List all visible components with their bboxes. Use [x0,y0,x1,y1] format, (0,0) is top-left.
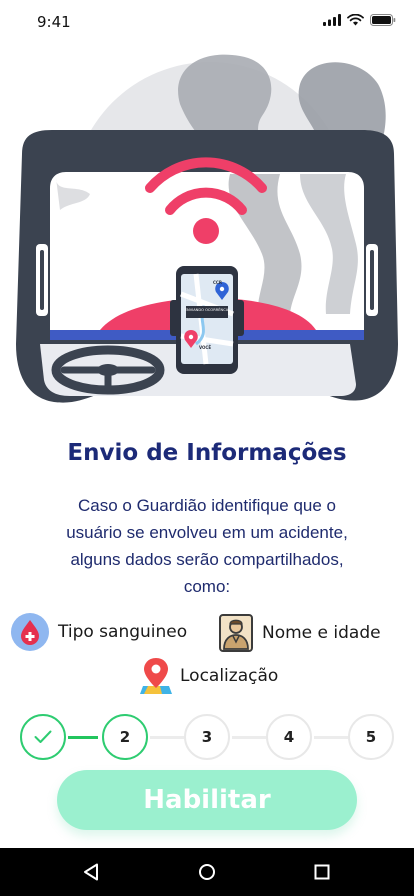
nav-recents-button[interactable] [310,860,334,884]
feature-blood-type-label: Tipo sanguineo [58,622,188,642]
page-description: Caso o Guardião identifique que o usuári… [66,496,348,596]
step-4[interactable]: 4 [266,714,312,760]
step-3[interactable]: 3 [184,714,230,760]
enable-button[interactable]: Habilitar [57,770,357,830]
step-connector-1 [68,736,98,739]
status-bar: 9:41 [0,0,414,44]
nav-back-button[interactable] [79,860,103,884]
system-navigation-bar [0,848,414,896]
car-dashboard-illustration: ENVIANDO OCORRÊNCIA CCR VOCÊ [16,54,398,403]
feature-name-age-label: Nome e idade [262,623,381,643]
progress-stepper: 2 3 4 5 [20,714,394,760]
check-icon [34,730,52,743]
person-icon [219,614,253,652]
phone-label-bottom: VOCÊ [199,345,211,350]
home-circle-icon [199,864,215,880]
feature-location: Localização [140,656,278,696]
nav-home-button[interactable] [195,860,219,884]
car-accident-illustration: ENVIANDO OCORRÊNCIA CCR VOCÊ [0,44,414,434]
step-2[interactable]: 2 [102,714,148,760]
step-connector-2 [150,736,184,739]
status-icons [323,14,396,26]
phone-banner-text: ENVIANDO OCORRÊNCIA [185,307,230,312]
step-5-label: 5 [365,728,377,746]
location-pin-icon [140,658,172,694]
step-2-label: 2 [119,728,131,746]
wifi-icon [347,14,364,26]
step-1[interactable] [20,714,66,760]
feature-location-label: Localização [180,666,279,686]
feature-name-age: Nome e idade [218,614,381,652]
step-5[interactable]: 5 [348,714,394,760]
back-triangle-icon [84,863,98,881]
page-title: Envio de Informações [67,440,347,466]
step-3-label: 3 [201,728,213,746]
recents-square-icon [314,864,330,880]
phone-label-top: CCR [213,280,222,285]
status-time: 9:41 [37,13,71,31]
battery-icon [370,14,396,26]
blood-drop-icon [11,613,49,651]
step-connector-3 [232,736,266,739]
feature-blood-type: Tipo sanguineo [10,612,187,652]
step-connector-4 [314,736,348,739]
step-4-label: 4 [283,728,295,746]
signal-icon [323,14,341,26]
